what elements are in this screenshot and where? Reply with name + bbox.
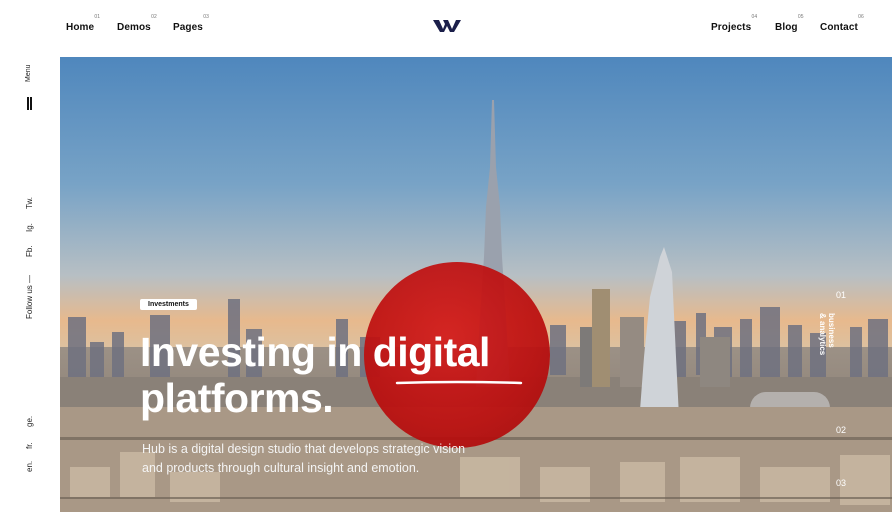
hero-subtitle: Hub is a digital design studio that deve…: [142, 440, 542, 478]
active-slide-label: business & analytics: [818, 313, 836, 355]
language-ge[interactable]: ge.: [25, 416, 34, 427]
slide-number-01[interactable]: 01: [836, 290, 846, 300]
social-link-fb[interactable]: Fb.: [25, 245, 34, 257]
nav-item-number: 06: [858, 14, 864, 20]
top-navigation-bar: Home 01 Demos 02 Pages 03 Projects 04 Bl…: [0, 0, 892, 57]
underline-swoosh-icon: [395, 380, 523, 385]
nav-item-label: Home: [66, 22, 95, 33]
language-en[interactable]: en.: [25, 461, 34, 472]
slide-label-line-2: & analytics: [818, 313, 827, 356]
nav-item-pages[interactable]: Pages 03: [173, 14, 209, 33]
hero-headline: Investing in digital platforms.: [140, 329, 490, 421]
social-link-ig[interactable]: Ig.: [25, 223, 34, 232]
subtitle-line-1: Hub is a digital design studio that deve…: [142, 442, 466, 456]
nav-item-number: 01: [94, 14, 101, 20]
subtitle-line-2: and products through cultural insight an…: [142, 461, 420, 475]
w-logo-icon[interactable]: [433, 19, 461, 33]
nav-item-label: Blog: [775, 22, 798, 33]
language-fr[interactable]: fr.: [25, 442, 34, 449]
nav-item-number: 04: [751, 14, 758, 20]
slide-number-02[interactable]: 02: [836, 425, 846, 435]
nav-item-number: 02: [151, 14, 157, 20]
nav-item-number: 03: [203, 14, 209, 20]
nav-item-home[interactable]: Home 01: [66, 14, 100, 33]
headline-line-1: Investing in digital: [140, 329, 490, 375]
nav-item-label: Projects: [711, 22, 752, 33]
nav-item-demos[interactable]: Demos 02: [117, 14, 157, 33]
nav-item-label: Demos: [117, 22, 151, 33]
nav-item-label: Pages: [173, 22, 203, 33]
follow-us-label: Follow us —: [25, 274, 34, 319]
nav-item-blog[interactable]: Blog 05: [775, 14, 804, 33]
menu-label[interactable]: Menu: [25, 64, 32, 82]
left-sidebar: Menu Follow us — Fb. Ig. Tw. en. fr. ge.: [0, 57, 60, 514]
social-link-tw[interactable]: Tw.: [25, 197, 34, 209]
slide-number-03[interactable]: 03: [836, 478, 846, 488]
hero-slider: Investments Investing in digital platfor…: [60, 57, 892, 512]
nav-item-number: 05: [797, 14, 804, 20]
nav-item-label: Contact: [820, 22, 858, 33]
category-badge[interactable]: Investments: [140, 299, 197, 310]
nav-item-contact[interactable]: Contact 06: [820, 14, 864, 33]
slide-label-line-1: business: [827, 313, 836, 348]
nav-item-projects[interactable]: Projects 04: [711, 14, 757, 33]
menu-icon[interactable]: [27, 97, 33, 110]
